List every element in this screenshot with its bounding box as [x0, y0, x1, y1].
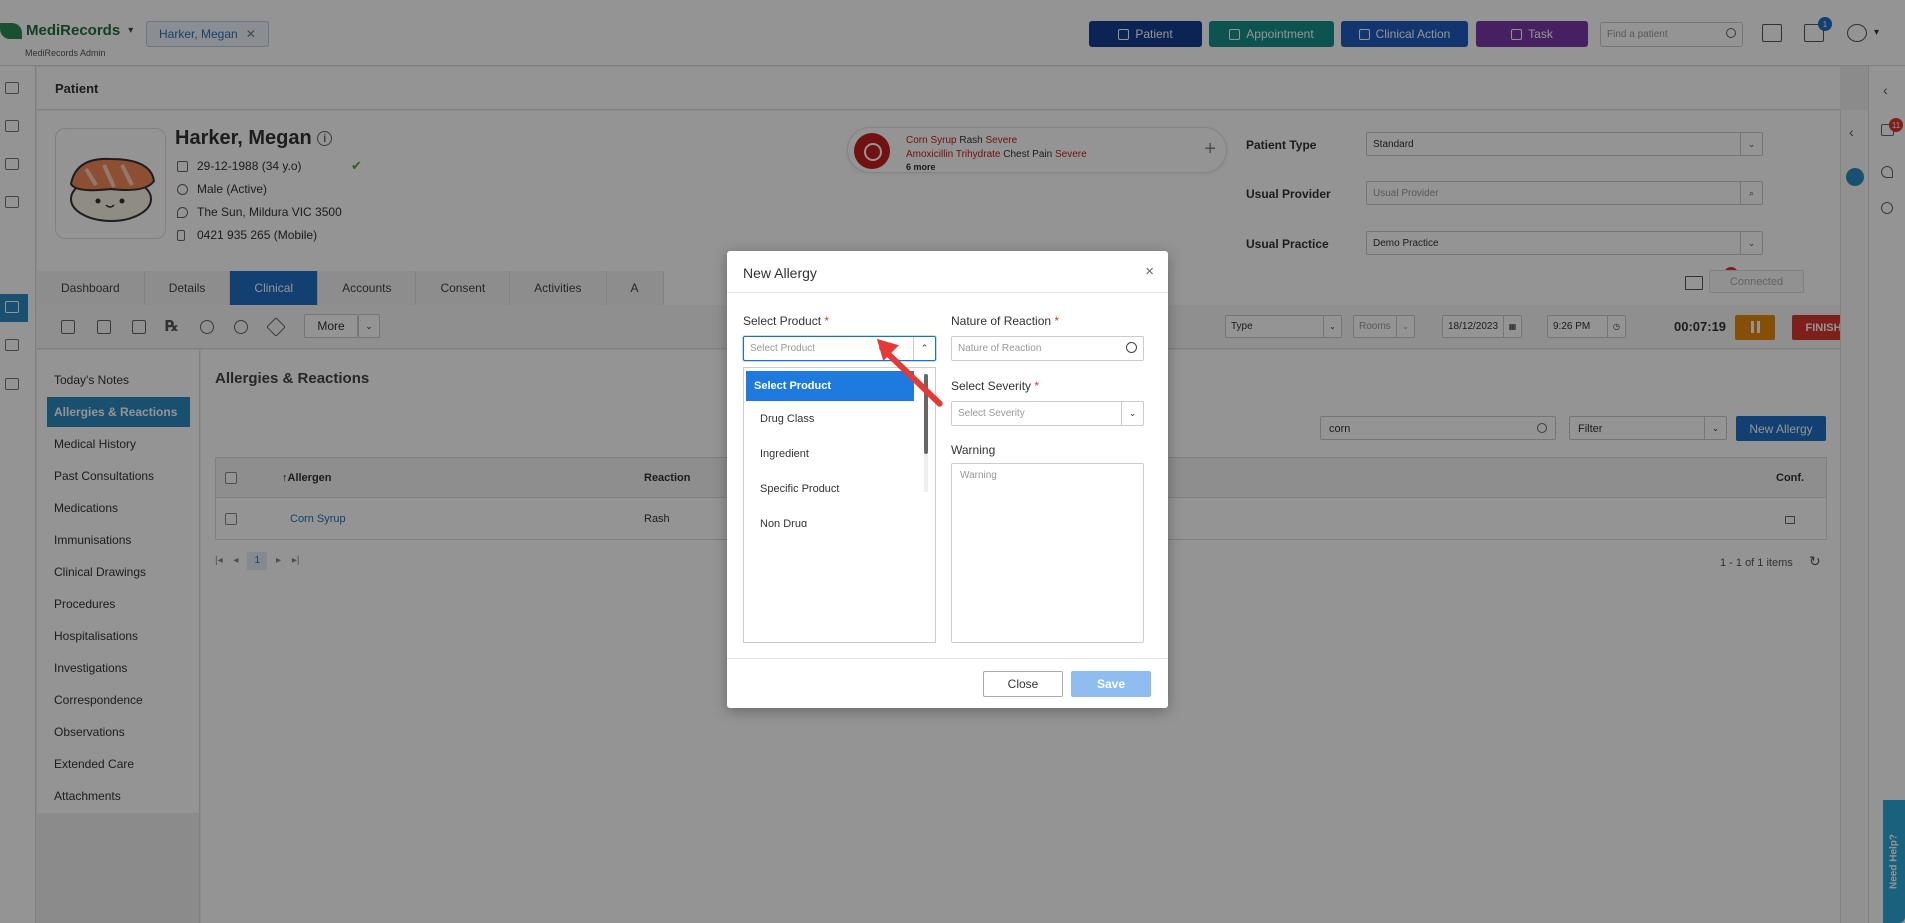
nature-of-reaction-label: Nature of Reaction *: [951, 314, 1059, 328]
warning-textarea[interactable]: Warning: [951, 463, 1144, 643]
modal-header: New Allergy ×: [727, 251, 1168, 293]
chevron-up-icon[interactable]: ⌃: [913, 337, 935, 360]
nature-label-text: Nature of Reaction: [951, 314, 1052, 328]
option-non-drug[interactable]: Non Drug: [746, 509, 914, 527]
required-marker: *: [1034, 379, 1040, 393]
product-options-list: Select Product Drug Class Ingredient Spe…: [743, 367, 936, 643]
select-severity-label: Select Severity *: [951, 379, 1039, 393]
select-product-placeholder: Select Product: [750, 343, 816, 354]
close-icon[interactable]: ×: [1145, 263, 1154, 280]
modal-title: New Allergy: [743, 265, 817, 281]
select-product-label: Select Product *: [743, 314, 829, 328]
severity-placeholder: Select Severity: [958, 408, 1025, 419]
required-marker: *: [824, 314, 830, 328]
search-icon[interactable]: [1126, 342, 1137, 353]
nature-placeholder: Nature of Reaction: [958, 343, 1042, 354]
option-drug-class[interactable]: Drug Class: [746, 404, 914, 434]
severity-label-text: Select Severity: [951, 379, 1032, 393]
option-specific-product[interactable]: Specific Product: [746, 474, 914, 504]
modal-footer: Close Save: [727, 658, 1168, 708]
close-button[interactable]: Close: [983, 671, 1063, 697]
select-severity-dropdown[interactable]: Select Severity ⌄: [951, 401, 1144, 426]
required-marker: *: [1054, 314, 1060, 328]
chevron-down-icon[interactable]: ⌄: [1121, 402, 1143, 425]
warning-label: Warning: [951, 443, 996, 457]
warning-placeholder: Warning: [960, 470, 997, 481]
save-button[interactable]: Save: [1071, 671, 1151, 697]
option-ingredient[interactable]: Ingredient: [746, 439, 914, 469]
select-product-label-text: Select Product: [743, 314, 822, 328]
select-product-dropdown[interactable]: Select Product ⌃: [743, 336, 936, 361]
new-allergy-modal: New Allergy × Select Product * Select Pr…: [727, 251, 1168, 708]
option-select-product[interactable]: Select Product: [746, 371, 914, 401]
nature-of-reaction-input[interactable]: Nature of Reaction: [951, 336, 1144, 361]
